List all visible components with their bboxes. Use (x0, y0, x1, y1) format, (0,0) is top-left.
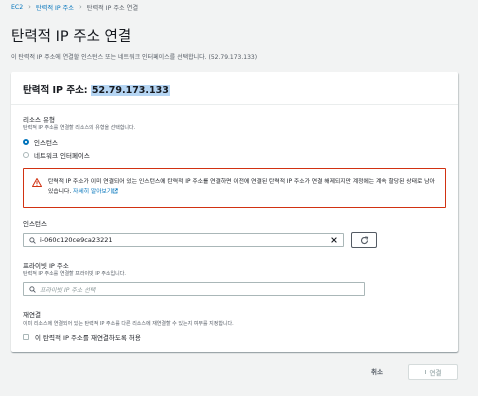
instance-search-input[interactable]: i-060c120ce9ca23221 (23, 233, 344, 247)
breadcrumb-ec2-link[interactable]: EC2 (11, 4, 23, 11)
instance-label: 인스턴스 (23, 220, 47, 228)
allow-reassociation-checkbox[interactable] (23, 334, 29, 340)
resource-type-label: 리소스 유형 (23, 116, 55, 124)
allow-reassociation-label: 이 탄력적 IP 주소를 재연결하도록 허용 (35, 334, 141, 342)
reassociation-label: 재연결 (23, 311, 41, 319)
page-description: 이 탄력적 IP 주소에 연결할 인스턴스 또는 네트워크 인터페이스를 선택합… (11, 54, 258, 61)
chevron-right-icon: › (78, 3, 82, 11)
breadcrumb-elastic-ip-link[interactable]: 탄력적 IP 주소 (36, 3, 74, 12)
instance-value: i-060c120ce9ca23221 (40, 236, 113, 244)
external-link-icon[interactable] (112, 188, 118, 194)
radio-instance-label: 인스턴스 (34, 139, 58, 147)
associate-button[interactable]: 연결 (408, 364, 458, 380)
cancel-button[interactable]: 취소 (371, 366, 383, 376)
learn-more-link[interactable]: 자세히 알아보기 (73, 189, 112, 195)
warning-alert: 탄력적 IP 주소가 이미 연결되어 있는 인스턴스에 탄력적 IP 주소를 연… (23, 168, 446, 208)
private-ip-placeholder: 프라이빗 IP 주소 선택 (40, 286, 96, 294)
clear-icon[interactable] (330, 236, 338, 244)
elastic-ip-value: 52.79.173.133 (90, 85, 170, 96)
allow-reassociation-option[interactable]: 이 탄력적 IP 주소를 재연결하도록 허용 (23, 332, 141, 342)
card-header: 탄력적 IP 주소: 52.79.173.133 (11, 72, 458, 105)
breadcrumb: EC2 › 탄력적 IP 주소 › 탄력적 IP 주소 연결 (11, 1, 138, 13)
radio-network-interface[interactable]: 네트워크 인터페이스 (23, 150, 90, 160)
button-divider (424, 370, 426, 374)
search-icon (29, 285, 36, 293)
warning-message: 탄력적 IP 주소가 이미 연결되어 있는 인스턴스에 탄력적 IP 주소를 연… (48, 177, 440, 197)
reassociation-description: 이미 리소스에 연결되어 있는 탄력적 IP 주소를 다른 리소스에 재연결할 … (23, 321, 234, 327)
radio-network-interface-label: 네트워크 인터페이스 (34, 152, 90, 160)
page-title: 탄력적 IP 주소 연결 (11, 29, 132, 45)
breadcrumb-current: 탄력적 IP 주소 연결 (86, 4, 139, 12)
radio-instance[interactable]: 인스턴스 (23, 137, 58, 147)
card-title-prefix: 탄력적 IP 주소: (23, 85, 91, 96)
chevron-right-icon: › (28, 3, 31, 11)
card-title: 탄력적 IP 주소: 52.79.173.133 (23, 82, 170, 96)
radio-button-selected[interactable] (23, 139, 29, 145)
private-ip-description: 탄력적 IP 주소를 연결할 프라이빗 IP 주소입니다. (23, 271, 126, 277)
search-icon (29, 236, 36, 244)
associate-card: 탄력적 IP 주소: 52.79.173.133 리소스 유형 탄력적 IP 주… (11, 72, 458, 352)
resource-type-description: 탄력적 IP 주소를 연결할 리소스의 유형을 선택합니다. (23, 125, 136, 131)
private-ip-select[interactable]: 프라이빗 IP 주소 선택 (23, 282, 365, 296)
refresh-button[interactable] (351, 232, 377, 248)
warning-icon (32, 178, 42, 187)
private-ip-label: 프라이빗 IP 주소 (23, 262, 69, 270)
associate-button-label: 연결 (429, 369, 442, 377)
radio-button[interactable] (23, 152, 29, 158)
refresh-icon (360, 235, 368, 244)
